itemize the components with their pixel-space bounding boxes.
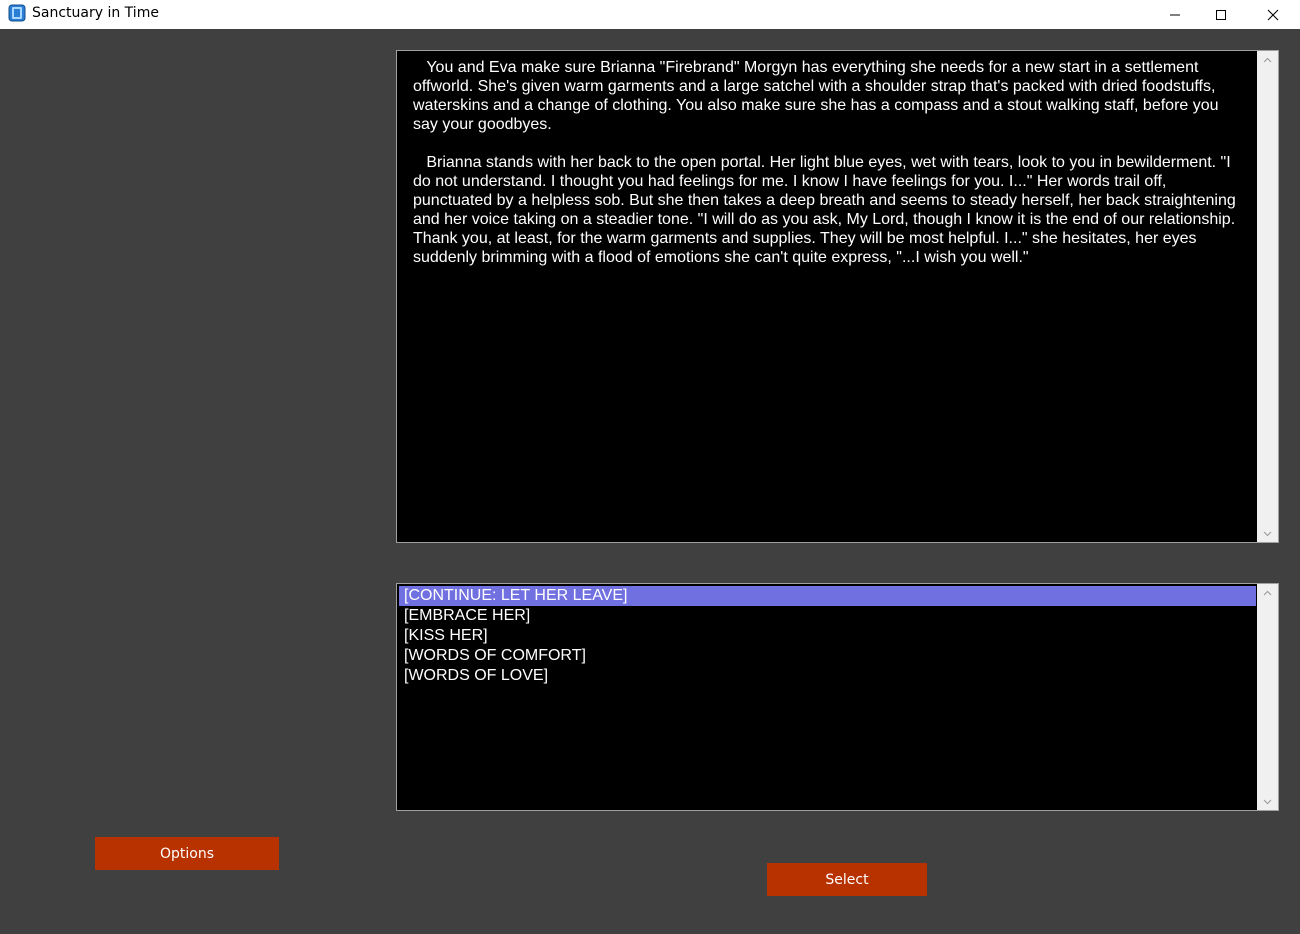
scroll-up-button[interactable] — [1257, 51, 1278, 68]
choice-list-panel[interactable]: [CONTINUE: LET HER LEAVE] [EMBRACE HER] … — [396, 583, 1279, 811]
choice-item[interactable]: [WORDS OF LOVE] — [399, 666, 1256, 686]
choice-item[interactable]: [WORDS OF COMFORT] — [399, 646, 1256, 666]
story-paragraph: Brianna stands with her back to the open… — [413, 154, 1241, 266]
app-icon — [8, 4, 26, 22]
close-button[interactable] — [1250, 0, 1296, 29]
chevron-up-icon — [1263, 57, 1272, 62]
scroll-up-button[interactable] — [1257, 584, 1278, 601]
choice-item[interactable]: [KISS HER] — [399, 626, 1256, 646]
choice-scrollbar[interactable] — [1257, 584, 1278, 810]
story-text: You and Eva make sure Brianna "Firebrand… — [413, 58, 1243, 286]
story-scrollbar[interactable] — [1257, 51, 1278, 542]
scroll-down-button[interactable] — [1257, 793, 1278, 810]
choice-item[interactable]: [CONTINUE: LET HER LEAVE] — [399, 586, 1256, 606]
window-title: Sanctuary in Time — [32, 5, 159, 21]
maximize-icon — [1216, 9, 1226, 20]
close-icon — [1267, 9, 1279, 20]
minimize-icon — [1170, 14, 1180, 15]
maximize-button[interactable] — [1198, 0, 1244, 29]
select-button[interactable]: Select — [767, 863, 927, 896]
scroll-down-button[interactable] — [1257, 525, 1278, 542]
chevron-down-icon — [1263, 531, 1272, 536]
choice-item[interactable]: [EMBRACE HER] — [399, 606, 1256, 626]
minimize-button[interactable] — [1152, 0, 1198, 29]
choice-list[interactable]: [CONTINUE: LET HER LEAVE] [EMBRACE HER] … — [399, 586, 1256, 686]
main-area: You and Eva make sure Brianna "Firebrand… — [0, 29, 1300, 934]
chevron-down-icon — [1263, 799, 1272, 804]
chevron-up-icon — [1263, 590, 1272, 595]
title-bar[interactable]: Sanctuary in Time — [0, 0, 1300, 29]
story-text-panel[interactable]: You and Eva make sure Brianna "Firebrand… — [396, 50, 1279, 543]
options-button[interactable]: Options — [95, 837, 279, 870]
story-paragraph: You and Eva make sure Brianna "Firebrand… — [413, 59, 1223, 133]
